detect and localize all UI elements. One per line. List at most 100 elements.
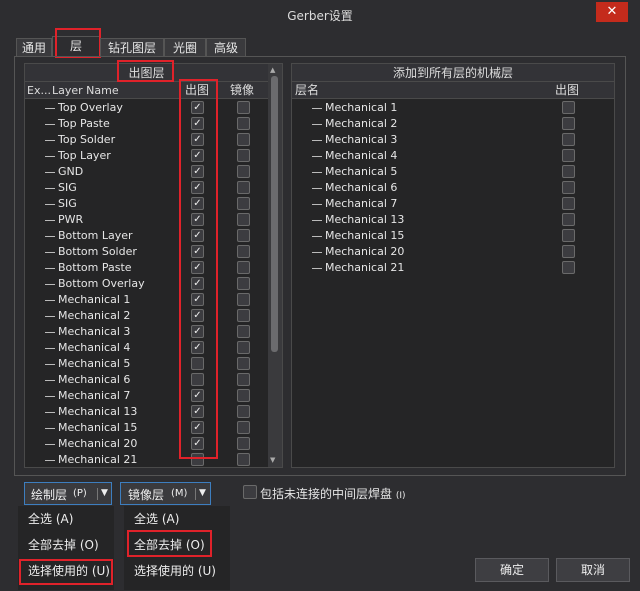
mirror-checkbox[interactable] — [237, 309, 250, 322]
mirror-checkbox[interactable] — [237, 133, 250, 146]
mirror-checkbox[interactable] — [237, 293, 250, 306]
table-row[interactable]: Bottom Overlay ✓ — [25, 276, 268, 292]
plot-checkbox[interactable] — [562, 117, 575, 130]
close-button[interactable]: ✕ — [596, 2, 628, 22]
mirror-checkbox[interactable] — [237, 437, 250, 450]
mirror-checkbox[interactable] — [237, 357, 250, 370]
col-mirror[interactable]: 镜像 — [230, 82, 254, 99]
table-row[interactable]: Mechanical 20 ✓ — [25, 436, 268, 452]
scroll-down-icon[interactable]: ▼ — [270, 456, 275, 464]
mirror-checkbox[interactable] — [237, 341, 250, 354]
col-layer-name[interactable]: Layer Name — [52, 82, 119, 99]
layer-name: Mechanical 5 — [45, 356, 130, 372]
left-scroll-thumb[interactable] — [271, 76, 278, 352]
mirror-checkbox[interactable] — [237, 453, 250, 466]
plot-checkbox[interactable] — [562, 149, 575, 162]
table-row[interactable]: Bottom Solder ✓ — [25, 244, 268, 260]
table-row[interactable]: Top Layer ✓ — [25, 148, 268, 164]
mirror-checkbox[interactable] — [237, 229, 250, 242]
plot-checkbox[interactable] — [562, 229, 575, 242]
mirror-menu-select-used[interactable]: 选择使用的 (U) — [124, 558, 230, 584]
layer-name: Mechanical 1 — [45, 292, 130, 308]
mirror-checkbox[interactable] — [237, 165, 250, 178]
table-row[interactable]: Mechanical 5 — [25, 356, 268, 372]
table-row[interactable]: Mechanical 6 — [25, 372, 268, 388]
tab-drill[interactable]: 钻孔图层 — [100, 38, 164, 56]
mirror-checkbox[interactable] — [237, 325, 250, 338]
cancel-button[interactable]: 取消 — [556, 558, 630, 582]
mirror-checkbox[interactable] — [237, 117, 250, 130]
table-row[interactable]: Mechanical 15 — [292, 228, 614, 244]
layer-name: Mechanical 3 — [45, 324, 130, 340]
mirror-checkbox[interactable] — [237, 261, 250, 274]
tab-general[interactable]: 通用 — [16, 38, 52, 56]
left-column-header: Ex... Layer Name 出图 镜像 — [25, 82, 268, 99]
plot-checkbox[interactable] — [562, 165, 575, 178]
include-unconnected-checkbox[interactable] — [243, 485, 257, 499]
table-row[interactable]: SIG ✓ — [25, 180, 268, 196]
table-row[interactable]: Top Solder ✓ — [25, 132, 268, 148]
layer-name: Mechanical 21 — [312, 260, 404, 276]
table-row[interactable]: Top Paste ✓ — [25, 116, 268, 132]
table-row[interactable]: Bottom Paste ✓ — [25, 260, 268, 276]
plot-checkbox[interactable] — [562, 213, 575, 226]
tab-advanced[interactable]: 高级 — [206, 38, 246, 56]
table-row[interactable]: Mechanical 21 — [292, 260, 614, 276]
table-row[interactable]: Mechanical 6 — [292, 180, 614, 196]
mirror-checkbox[interactable] — [237, 181, 250, 194]
plot-menu-clear-all[interactable]: 全部去掉 (O) — [18, 532, 114, 558]
table-row[interactable]: Mechanical 5 — [292, 164, 614, 180]
table-row[interactable]: GND ✓ — [25, 164, 268, 180]
plot-checkbox[interactable] — [562, 261, 575, 274]
table-row[interactable]: Bottom Layer ✓ — [25, 228, 268, 244]
table-row[interactable]: Mechanical 13 — [292, 212, 614, 228]
table-row[interactable]: PWR ✓ — [25, 212, 268, 228]
plot-menu-select-all[interactable]: 全选 (A) — [18, 506, 114, 532]
table-row[interactable]: Mechanical 2 — [292, 116, 614, 132]
table-row[interactable]: Mechanical 3 — [292, 132, 614, 148]
col-expand[interactable]: Ex... — [27, 82, 51, 99]
col-plot-right[interactable]: 出图 — [555, 82, 579, 99]
tab-aperture[interactable]: 光圈 — [164, 38, 206, 56]
plot-checkbox[interactable] — [562, 133, 575, 146]
mirror-menu-select-all[interactable]: 全选 (A) — [124, 506, 230, 532]
table-row[interactable]: Mechanical 20 — [292, 244, 614, 260]
table-row[interactable]: Mechanical 2 ✓ — [25, 308, 268, 324]
plot-layers-dropdown[interactable]: 绘制层 (P) ▼ — [24, 482, 112, 505]
mirror-checkbox[interactable] — [237, 213, 250, 226]
tree-line-icon — [312, 155, 322, 157]
table-row[interactable]: Mechanical 7 — [292, 196, 614, 212]
table-row[interactable]: Mechanical 1 ✓ — [25, 292, 268, 308]
plot-checkbox[interactable] — [562, 245, 575, 258]
table-row[interactable]: Mechanical 4 — [292, 148, 614, 164]
table-row[interactable]: Top Overlay ✓ — [25, 100, 268, 116]
mirror-checkbox[interactable] — [237, 389, 250, 402]
layer-name-text: Mechanical 7 — [325, 197, 398, 210]
mirror-checkbox[interactable] — [237, 421, 250, 434]
mirror-checkbox[interactable] — [237, 149, 250, 162]
table-row[interactable]: Mechanical 15 ✓ — [25, 420, 268, 436]
mirror-checkbox[interactable] — [237, 405, 250, 418]
tree-line-icon — [312, 107, 322, 109]
table-row[interactable]: Mechanical 21 — [25, 452, 268, 466]
plot-checkbox[interactable] — [562, 101, 575, 114]
mirror-checkbox[interactable] — [237, 101, 250, 114]
mirror-checkbox[interactable] — [237, 197, 250, 210]
mirror-checkbox[interactable] — [237, 373, 250, 386]
plot-checkbox[interactable] — [562, 181, 575, 194]
table-row[interactable]: SIG ✓ — [25, 196, 268, 212]
ok-button[interactable]: 确定 — [475, 558, 549, 582]
table-row[interactable]: Mechanical 4 ✓ — [25, 340, 268, 356]
mirror-checkbox[interactable] — [237, 245, 250, 258]
tree-line-icon — [45, 267, 55, 269]
table-row[interactable]: Mechanical 7 ✓ — [25, 388, 268, 404]
window-title: Gerber设置 — [287, 9, 353, 23]
mirror-checkbox[interactable] — [237, 277, 250, 290]
table-row[interactable]: Mechanical 13 ✓ — [25, 404, 268, 420]
col-layer-name-right[interactable]: 层名 — [295, 82, 319, 99]
plot-checkbox[interactable] — [562, 197, 575, 210]
mirror-layers-dropdown[interactable]: 镜像层 (M) ▼ — [120, 482, 211, 505]
scroll-up-icon[interactable]: ▲ — [270, 66, 275, 74]
table-row[interactable]: Mechanical 3 ✓ — [25, 324, 268, 340]
table-row[interactable]: Mechanical 1 — [292, 100, 614, 116]
